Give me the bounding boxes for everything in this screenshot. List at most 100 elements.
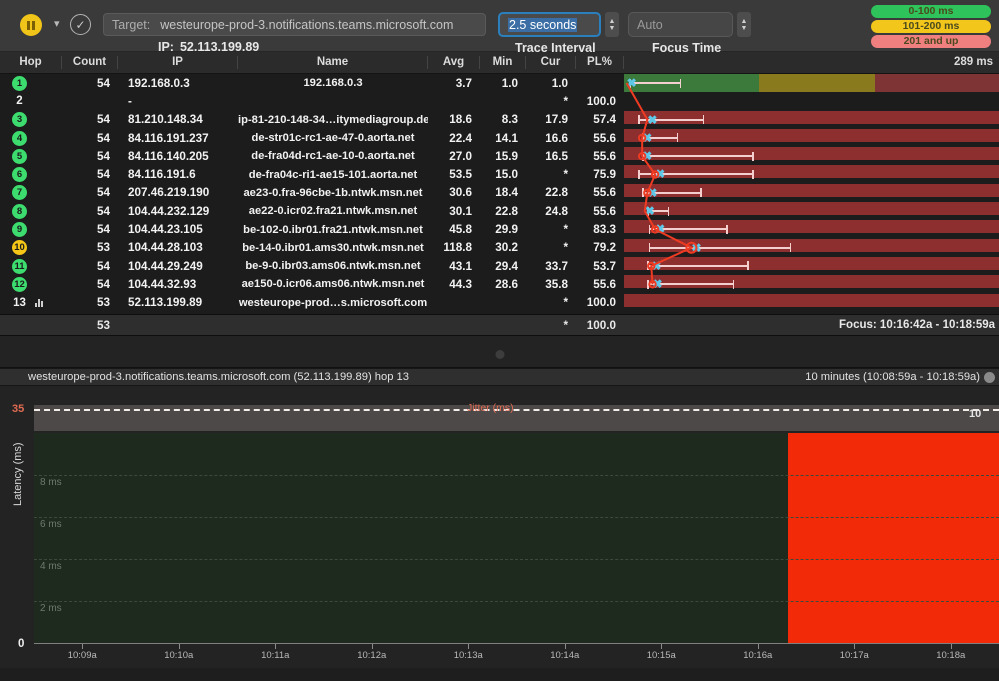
latency-graph-cell[interactable]: ✖ bbox=[624, 220, 999, 238]
table-row[interactable]: 10 53 104.44.28.103 be-14-0.ibr01.ams30.… bbox=[0, 238, 999, 257]
latency-chart[interactable]: 35 Jitter (ms) 10 Latency (ms) 0 2 ms 4 m… bbox=[0, 386, 999, 668]
table-row[interactable]: 7 54 207.46.219.190 ae23-0.fra-96cbe-1b.… bbox=[0, 183, 999, 202]
hop-cell: 8 bbox=[0, 203, 62, 219]
cur-cell: 35.8 bbox=[545, 277, 568, 291]
jitter-threshold-line bbox=[34, 409, 999, 411]
ip-cell: 84.116.191.237 bbox=[128, 131, 209, 145]
cur-cell: 33.7 bbox=[545, 259, 568, 273]
x-tick bbox=[468, 644, 470, 649]
x-tick-label: 10:10a bbox=[164, 650, 194, 661]
cur-cell: 24.8 bbox=[545, 204, 568, 218]
table-row[interactable]: 6 54 84.116.191.6 de-fra04c-ri1-ae15-101… bbox=[0, 165, 999, 183]
latency-graph-cell[interactable]: ✖ bbox=[624, 74, 999, 93]
table-row[interactable]: 4 54 84.116.191.237 de-str01c-rc1-ae-47-… bbox=[0, 128, 999, 147]
sparkline-icon[interactable] bbox=[35, 298, 44, 308]
grid-label: 4 ms bbox=[40, 561, 62, 572]
min-cell: 29.9 bbox=[495, 223, 518, 237]
table-row[interactable]: 11 54 104.44.29.249 be-9-0.ibr03.ams06.n… bbox=[0, 256, 999, 275]
trace-interval-input[interactable]: 2.5 seconds bbox=[498, 12, 601, 37]
table-row[interactable]: 12 54 104.44.32.93 ae150-0.icr06.ams06.n… bbox=[0, 275, 999, 293]
latency-range-bar bbox=[647, 261, 749, 271]
hop-cell: 9 bbox=[0, 222, 62, 238]
hop-cell: 13 bbox=[0, 295, 62, 310]
latency-graph-cell[interactable]: ✖ bbox=[624, 147, 999, 165]
latency-range-bar bbox=[648, 243, 792, 253]
x-tick bbox=[82, 644, 84, 649]
x-tick bbox=[950, 644, 952, 649]
latency-graph-cell[interactable]: ✖ bbox=[624, 165, 999, 183]
check-circle-icon[interactable]: ✓ bbox=[70, 14, 91, 35]
min-cell: 29.4 bbox=[495, 259, 518, 273]
ip-label: IP: bbox=[158, 40, 174, 54]
splitter-grip-icon[interactable] bbox=[495, 350, 504, 359]
ip-cell: 207.46.219.190 bbox=[128, 186, 210, 200]
current-latency-marker: ✖ bbox=[642, 130, 653, 145]
pause-icon[interactable] bbox=[20, 14, 42, 36]
chevron-down-icon[interactable]: ▾ bbox=[54, 17, 60, 30]
table-row[interactable]: 3 54 81.210.148.34 ip-81-210-148-34…itym… bbox=[0, 110, 999, 129]
min-cell: 15.9 bbox=[495, 149, 518, 163]
latency-graph-cell[interactable]: ✖ bbox=[624, 256, 999, 275]
table-row[interactable]: 2 - * 100.0 bbox=[0, 92, 999, 110]
table-row[interactable]: 1 54 192.168.0.3 192.168.0.3 3.7 1.0 1.0… bbox=[0, 74, 999, 93]
ip-cell: 104.44.29.249 bbox=[128, 259, 203, 273]
latency-graph-cell[interactable] bbox=[624, 92, 999, 110]
count-cell: 54 bbox=[96, 149, 110, 163]
pl-cell: 83.3 bbox=[593, 223, 616, 237]
splitter[interactable] bbox=[0, 336, 999, 368]
trace-interval-stepper[interactable]: ▲ ▼ bbox=[605, 12, 619, 37]
gear-icon[interactable] bbox=[984, 371, 995, 383]
focus-time-group: Auto ▲ ▼ bbox=[628, 12, 751, 37]
grid-line bbox=[34, 475, 999, 476]
hop-badge: 3 bbox=[12, 112, 27, 128]
x-tick bbox=[757, 644, 759, 649]
latency-plot-area[interactable]: 2 ms 4 ms 6 ms 8 ms bbox=[34, 433, 999, 643]
latency-graph-cell[interactable]: ✖ bbox=[624, 238, 999, 257]
column-header-ip[interactable]: IP bbox=[118, 56, 238, 69]
column-header-min[interactable]: Min bbox=[480, 56, 526, 69]
hop-badge: 1 bbox=[12, 75, 27, 91]
table-row[interactable]: 9 54 104.44.23.105 be-102-0.ibr01.fra21.… bbox=[0, 220, 999, 238]
latency-graph-cell[interactable]: ✖ bbox=[624, 183, 999, 202]
count-cell: 53 bbox=[96, 241, 110, 255]
latency-graph-cell[interactable]: ✖ bbox=[624, 275, 999, 293]
table-row[interactable]: 13 53 52.113.199.89 westeurope-prod…s.mi… bbox=[0, 293, 999, 312]
latency-graph-cell[interactable]: ✖ bbox=[624, 110, 999, 129]
current-latency-marker: ✖ bbox=[652, 277, 663, 292]
column-header-name[interactable]: Name bbox=[238, 56, 428, 69]
latency-graph-cell[interactable] bbox=[624, 293, 999, 312]
count-cell: 54 bbox=[96, 131, 110, 145]
avg-cell: 45.8 bbox=[449, 223, 472, 237]
column-header-pl[interactable]: PL% bbox=[576, 56, 624, 69]
table-row[interactable]: 5 54 84.116.140.205 de-fra04d-rc1-ae-10-… bbox=[0, 147, 999, 165]
column-header-count[interactable]: Count bbox=[62, 56, 118, 69]
table-header: Hop Count IP Name Avg Min Cur PL% 289 ms bbox=[0, 52, 999, 74]
target-input[interactable]: Target: westeurope-prod-3.notifications.… bbox=[103, 13, 486, 36]
chart-title: westeurope-prod-3.notifications.teams.mi… bbox=[28, 371, 409, 383]
hop-table[interactable]: 1 54 192.168.0.3 192.168.0.3 3.7 1.0 1.0… bbox=[0, 74, 999, 314]
current-latency-marker: ✖ bbox=[647, 185, 658, 200]
trace-interval-group: 2.5 seconds ▲ ▼ bbox=[498, 12, 619, 37]
avg-cell: 53.5 bbox=[449, 168, 472, 182]
hop-badge: 8 bbox=[12, 203, 27, 219]
latency-graph-cell[interactable]: ✖ bbox=[624, 128, 999, 147]
column-header-avg[interactable]: Avg bbox=[428, 56, 480, 69]
hop-badge: 7 bbox=[12, 185, 27, 201]
pl-cell: 100.0 bbox=[586, 296, 616, 310]
target-value: westeurope-prod-3.notifications.teams.mi… bbox=[160, 17, 454, 32]
chart-header: westeurope-prod-3.notifications.teams.mi… bbox=[0, 368, 999, 386]
focus-time-caption: Focus Time bbox=[652, 41, 722, 55]
count-cell: 54 bbox=[96, 223, 110, 237]
hop-cell: 1 bbox=[0, 75, 62, 91]
table-row[interactable]: 8 54 104.44.232.129 ae22-0.icr02.fra21.n… bbox=[0, 202, 999, 220]
column-header-cur[interactable]: Cur bbox=[526, 56, 576, 69]
min-cell: 1.0 bbox=[501, 76, 518, 90]
hop-cell: 7 bbox=[0, 185, 62, 201]
latency-graph-cell[interactable]: ✖ bbox=[624, 202, 999, 220]
pl-cell: 55.6 bbox=[593, 131, 616, 145]
column-header-hop[interactable]: Hop bbox=[0, 56, 62, 69]
latency-legend: 0-100 ms 101-200 ms 201 and up bbox=[871, 5, 991, 50]
focus-time-stepper[interactable]: ▲ ▼ bbox=[737, 12, 751, 37]
focus-time-input[interactable]: Auto bbox=[628, 12, 733, 37]
ip-cell: 104.44.32.93 bbox=[128, 277, 197, 291]
